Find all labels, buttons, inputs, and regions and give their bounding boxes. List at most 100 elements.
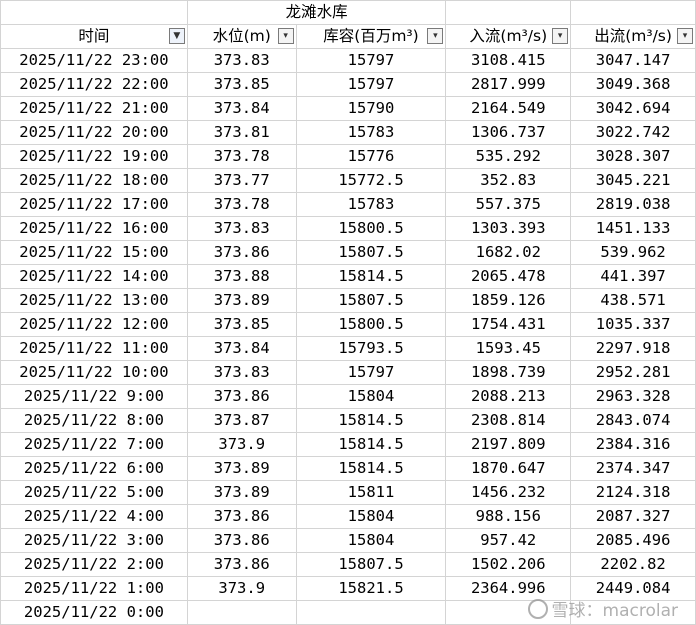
level-cell[interactable]: 373.83 (186, 216, 297, 241)
storage-cell[interactable]: 15807.5 (295, 288, 447, 313)
inflow-cell[interactable]: 1870.647 (445, 456, 572, 481)
time-cell[interactable]: 2025/11/22 20:00 (0, 120, 188, 145)
inflow-cell[interactable]: 352.83 (445, 168, 572, 193)
level-cell[interactable]: 373.89 (186, 288, 297, 313)
inflow-cell[interactable]: 1593.45 (445, 336, 572, 361)
time-cell[interactable]: 2025/11/22 21:00 (0, 96, 188, 121)
storage-cell[interactable]: 15783 (295, 120, 447, 145)
inflow-cell[interactable]: 2817.999 (445, 72, 572, 97)
time-cell[interactable]: 2025/11/22 3:00 (0, 528, 188, 553)
storage-cell[interactable]: 15783 (295, 192, 447, 217)
filter-active-icon[interactable]: ▼ (168, 28, 185, 44)
outflow-cell[interactable]: 3028.307 (570, 144, 696, 169)
inflow-cell[interactable]: 2065.478 (445, 264, 572, 289)
time-cell[interactable]: 2025/11/22 9:00 (0, 384, 188, 409)
level-cell[interactable]: 373.88 (186, 264, 297, 289)
time-cell[interactable]: 2025/11/22 13:00 (0, 288, 188, 313)
time-cell[interactable]: 2025/11/22 7:00 (0, 432, 188, 457)
time-cell[interactable]: 2025/11/22 19:00 (0, 144, 188, 169)
inflow-cell[interactable]: 1303.393 (445, 216, 572, 241)
inflow-cell[interactable]: 2197.809 (445, 432, 572, 457)
outflow-cell[interactable]: 2297.918 (570, 336, 696, 361)
time-cell[interactable]: 2025/11/22 14:00 (0, 264, 188, 289)
time-cell[interactable]: 2025/11/22 1:00 (0, 576, 188, 601)
storage-cell[interactable]: 15807.5 (295, 552, 447, 577)
title-blank-cell[interactable] (445, 0, 572, 25)
title-blank-cell[interactable] (0, 0, 188, 25)
title-blank-cell[interactable] (570, 0, 696, 25)
outflow-cell[interactable]: 2124.318 (570, 480, 696, 505)
inflow-cell[interactable]: 1456.232 (445, 480, 572, 505)
storage-cell[interactable]: 15793.5 (295, 336, 447, 361)
inflow-cell[interactable]: 1682.02 (445, 240, 572, 265)
reservoir-title[interactable]: 龙滩水库 (186, 0, 447, 25)
inflow-cell[interactable]: 3108.415 (445, 48, 572, 73)
inflow-cell[interactable]: 1754.431 (445, 312, 572, 337)
outflow-cell[interactable]: 3022.742 (570, 120, 696, 145)
level-cell[interactable]: 373.83 (186, 360, 297, 385)
storage-cell[interactable]: 15797 (295, 72, 447, 97)
level-cell[interactable]: 373.85 (186, 72, 297, 97)
inflow-cell[interactable]: 1306.737 (445, 120, 572, 145)
time-cell[interactable]: 2025/11/22 10:00 (0, 360, 188, 385)
level-cell[interactable]: 373.86 (186, 384, 297, 409)
level-cell[interactable]: 373.86 (186, 552, 297, 577)
time-cell[interactable]: 2025/11/22 12:00 (0, 312, 188, 337)
time-cell[interactable]: 2025/11/22 11:00 (0, 336, 188, 361)
outflow-cell[interactable]: 1451.133 (570, 216, 696, 241)
time-cell[interactable]: 2025/11/22 6:00 (0, 456, 188, 481)
filter-dropdown-icon[interactable]: ▾ (277, 28, 294, 44)
outflow-cell[interactable]: 3045.221 (570, 168, 696, 193)
inflow-cell[interactable]: 1502.206 (445, 552, 572, 577)
header-inflow[interactable]: 入流(m³/s) ▾ (445, 24, 572, 49)
header-time[interactable]: 时间 ▼ (0, 24, 188, 49)
level-cell[interactable]: 373.89 (186, 456, 297, 481)
level-cell[interactable]: 373.78 (186, 192, 297, 217)
time-cell[interactable]: 2025/11/22 2:00 (0, 552, 188, 577)
inflow-cell[interactable]: 2088.213 (445, 384, 572, 409)
header-storage[interactable]: 库容(百万m³) ▾ (295, 24, 447, 49)
outflow-cell[interactable]: 1035.337 (570, 312, 696, 337)
inflow-cell[interactable]: 988.156 (445, 504, 572, 529)
outflow-cell[interactable]: 2202.82 (570, 552, 696, 577)
outflow-cell[interactable] (570, 600, 696, 625)
storage-cell[interactable]: 15814.5 (295, 432, 447, 457)
storage-cell[interactable]: 15811 (295, 480, 447, 505)
outflow-cell[interactable]: 2085.496 (570, 528, 696, 553)
inflow-cell[interactable]: 2308.814 (445, 408, 572, 433)
filter-dropdown-icon[interactable]: ▾ (427, 28, 444, 44)
storage-cell[interactable]: 15804 (295, 528, 447, 553)
inflow-cell[interactable]: 557.375 (445, 192, 572, 217)
level-cell[interactable]: 373.84 (186, 336, 297, 361)
level-cell[interactable]: 373.83 (186, 48, 297, 73)
storage-cell[interactable]: 15797 (295, 360, 447, 385)
time-cell[interactable]: 2025/11/22 17:00 (0, 192, 188, 217)
level-cell[interactable]: 373.86 (186, 240, 297, 265)
time-cell[interactable]: 2025/11/22 5:00 (0, 480, 188, 505)
inflow-cell[interactable] (445, 600, 572, 625)
outflow-cell[interactable]: 2087.327 (570, 504, 696, 529)
outflow-cell[interactable]: 2843.074 (570, 408, 696, 433)
time-cell[interactable]: 2025/11/22 0:00 (0, 600, 188, 625)
inflow-cell[interactable]: 2364.996 (445, 576, 572, 601)
outflow-cell[interactable]: 539.962 (570, 240, 696, 265)
storage-cell[interactable]: 15814.5 (295, 264, 447, 289)
header-level[interactable]: 水位(m) ▾ (186, 24, 297, 49)
outflow-cell[interactable]: 2819.038 (570, 192, 696, 217)
time-cell[interactable]: 2025/11/22 22:00 (0, 72, 188, 97)
level-cell[interactable]: 373.89 (186, 480, 297, 505)
time-cell[interactable]: 2025/11/22 18:00 (0, 168, 188, 193)
storage-cell[interactable]: 15790 (295, 96, 447, 121)
inflow-cell[interactable]: 2164.549 (445, 96, 572, 121)
filter-dropdown-icon[interactable]: ▾ (552, 28, 569, 44)
time-cell[interactable]: 2025/11/22 23:00 (0, 48, 188, 73)
outflow-cell[interactable]: 2374.347 (570, 456, 696, 481)
level-cell[interactable]: 373.9 (186, 432, 297, 457)
storage-cell[interactable] (295, 600, 447, 625)
level-cell[interactable]: 373.86 (186, 504, 297, 529)
time-cell[interactable]: 2025/11/22 8:00 (0, 408, 188, 433)
storage-cell[interactable]: 15814.5 (295, 456, 447, 481)
inflow-cell[interactable]: 1859.126 (445, 288, 572, 313)
outflow-cell[interactable]: 3042.694 (570, 96, 696, 121)
storage-cell[interactable]: 15797 (295, 48, 447, 73)
